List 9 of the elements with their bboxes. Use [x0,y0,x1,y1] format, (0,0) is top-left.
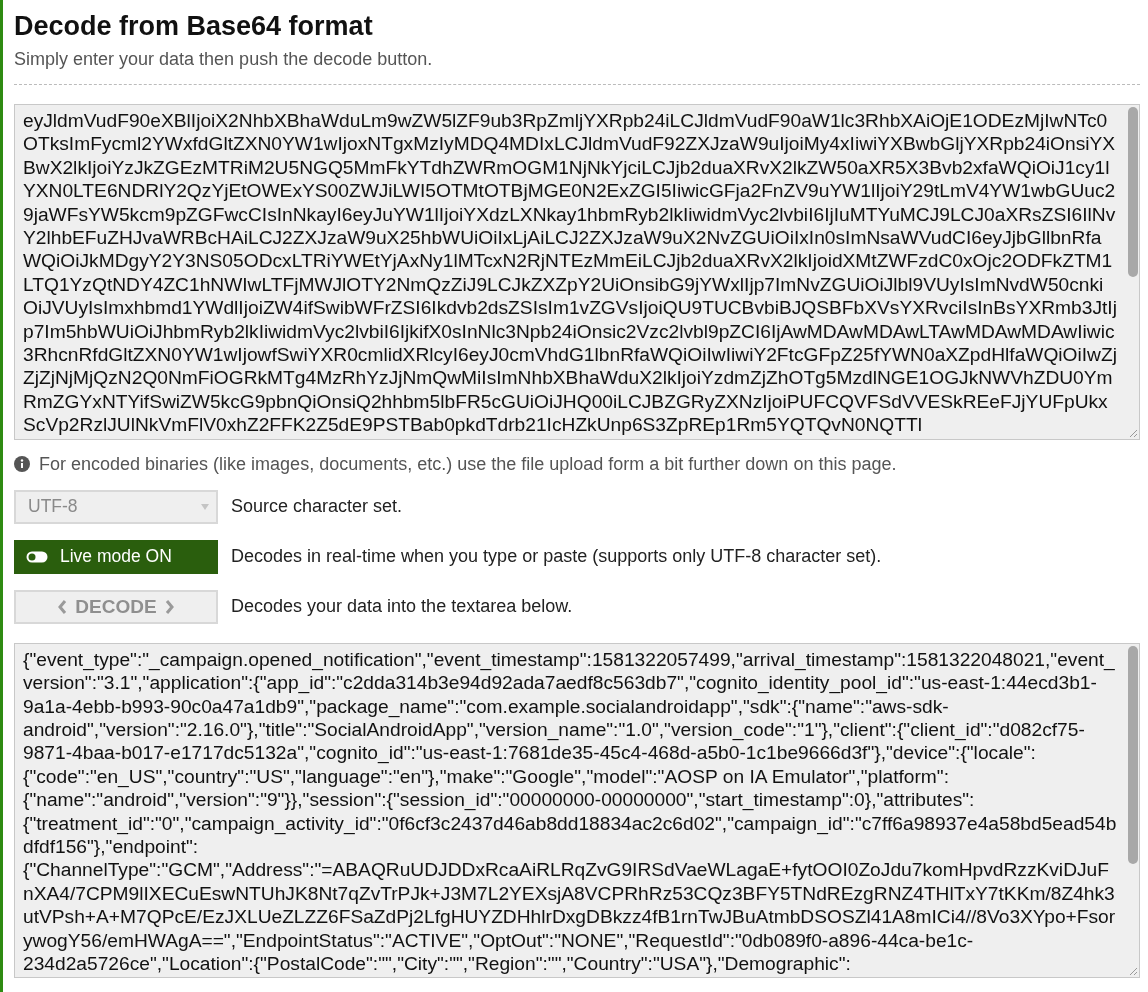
input-textarea[interactable]: eyJldmVudF90eXBlIjoiX2NhbXBhaWduLm9wZW5lZF9ub3RpZmljYXRpb24iLCJldmVudF90aW1lc3RhbXAiOjE1ODEzMjIwNTc0OTksImFycml2YWxfdGltZXN0YW1wIjoxNTgxMzIyMDQ4MDIxLCJldmVudF92ZXJzaW9uIjoiMy4xIiwiYXBwbGljYXRpb24iOnsiYXBwX2lkIjoiYzJkZGEzMTRiM2U5NGQ5MmFkYTdhZWRmOGM1NjNkYjciLCJjb2duaXRvX2lkZW50aXR5X3Bvb2xfaWQiOiJ1cy1lYXN0LTE6NDRlY2QzYjEtOWExYS00ZWJiLWI5OTMtOTBjMGE0N2ExZGI5IiwicGFja2FnZV9uYW1lIjoiY29tLmV4YW1wbGUuc29jaWFsYW5kcm9pZGFwcCIsInNkayI6eyJuYW1lIjoiYXdzLXNkay1hbmRyb2lkIiwidmVyc2lvbiI6IjIuMTYuMCJ9LCJ0aXRsZSI6IlNvY2lhbEFuZHJvaWRBcHAiLCJ2ZXJzaW9uX25hbWUiOiIxLjAiLCJ2ZXJzaW9uX2NvZGUiOiIxIn0sImNsaWVudCI6eyJjbGllbnRfaWQiOiJkMDgyY2Y3NS05ODcxLTRiYWEtYjAxNy1lMTcxN2RjNTEzMmEiLCJjb2duaXRvX2lkIjoidXMtZWFzdC0xOjc2ODFkZTM1LTQ1YzQtNDY4ZC1hNWIwLTFjMWJlOTY2NmQzZiJ9LCJkZXZpY2UiOnsibG9jYWxlIjp7ImNvZGUiOiJlbl9VUyIsImNvdW50cnkiOiJVUyIsImxhbmd1YWdlIjoiZW4ifSwibWFrZSI6Ikdvb2dsZSIsIm1vZGVsIjoiQU9TUCBvbiBJQSBFbXVsYXRvciIsInBsYXRmb3JtIjp7Im5hbWUiOiJhbmRyb2lkIiwidmVyc2lvbiI6IjkifX0sInNlc3Npb24iOnsic2Vzc2lvbl9pZCI6IjAwMDAwMDAwLTAwMDAwMDAwIiwic3RhcnRfdGltZXN0YW1wIjowfSwiYXR0cmlidXRlcyI6eyJ0cmVhdG1lbnRfaWQiOiIwIiwiY2FtcGFpZ25fYWN0aXZpdHlfaWQiOiIwZjZjZjNjMjQzN2Q0NmFiOGRkMTg4MzRhYzJjNmQwMiIsImNhbXBhaWduX2lkIjoiYzdmZjZhOTg5MzdlNGE1OGJkNWVhZDU0YmRmZGYxNTYifSwiZW5kcG9pbnQiOnsiQ2hhbm5lbFR5cGUiOiJHQ00iLCJBZGRyZXNzIjoiPUFCQVFSdVVESkREeFJjYUFpUkxScVp2RzlJUlNkVmFlV0xhZ2FFK2Z5dE9PSTBab0pkdTdrb21IcHZkUnp6S3ZpREp1Rm5YQTQvN0NQTTl [15,105,1139,439]
option-description: Source character set. [231,496,403,518]
page-subtitle: Simply enter your data then push the decode button. [14,49,433,70]
live-mode-toggle[interactable]: Live mode ON [14,539,218,574]
page-title: Decode from Base64 format [14,10,373,42]
info-note: For encoded binaries (like images, documents, etc.) use the file upload form a bit further down on this page. [39,453,897,475]
output-textarea[interactable]: {"event_type":"_campaign.opened_notification","event_timestamp":1581322057499,"arrival_timestamp":1581322048021,"event_version":"3.1","application":{"app_id":"c2dda314b3e94d92ada7aedf8c563db7","cognito_identity_pool_id":"us-east-1:44ecd3b1-9a1a-4ebb-b993-90c0a47a1db9","package_name":"com.example.socialandroidapp","sdk":{"name":"aws-sdk-android","version":"2.16.0"},"title":"SocialAndroidApp","version_name":"1.0","version_code":"1"},"client":{"client_id":"d082cf75-9871-4baa-b017-e1717dc5132a","cognito_id":"us-east-1:7681de35-45c4-468d-a5b0-1c1be9666d3f"},"device":{"locale":{"code":"en_US","country":"US","language":"en"},"make":"Google","model":"AOSP on IA Emulator","platform":{"name":"android","version":"9"}},"session":{"session_id":"00000000-00000000","start_timestamp":0},"attributes":{"treatment_id":"0","campaign_activity_id":"0f6cf3c2437d46ab8dd18834ac2c6d02","campaign_id":"c7ff6a98937e4a58bd5ead54bdfdf156"},"endpoint":{"ChannelType":"GCM","Address":"=ABAQRuUDJDDxRcaAiRLRqZvG9IRSdVaeWLagaE+fytOOI0ZoJdu7komHpvdRzzKviDJuFnXA4/7CPM9lIXECuEswNTUhJK8Nt7qZvTrPJk+J3M7L2YEXsjA8VCPRhRz53CQz3BFY5TNdREzgRNZ4THlTxY7tKKm/8Z4hk3utVPsh+A+M7QPcE/EzJXLUeZLZZ6FSaZdPj2LfgHUYZDHhlrDxgDBkzz4fB1rnTwJBuAtmbDSOSZl41A8mICi4//8Vo3XYpo+FsorywogY56/emHWAgA==","EndpointStatus":"ACTIVE","OptOut":"NONE","RequestId":"0db089f0-a896-44ca-be1c-234d2a5726ce","Location":{"PostalCode":"","City":"","Region":"","Country":"USA"},"Demographic": [15,643,1139,978]
option-description: Decodes your data into the textarea below. [231,596,573,618]
option-description: Decodes in real-time when you type or paste (supports only UTF-8 character set). [231,546,882,568]
